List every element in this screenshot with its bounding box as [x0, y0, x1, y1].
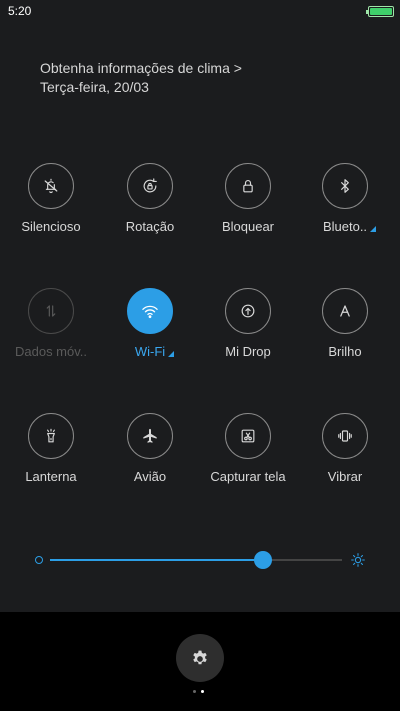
- tile-wifi-circle[interactable]: [127, 288, 173, 334]
- page-dot: [193, 690, 196, 693]
- tile-airplane-label: Avião: [133, 469, 167, 484]
- tile-mobile-data-circle[interactable]: [28, 288, 74, 334]
- lock-icon: [243, 180, 253, 193]
- tile-silent-circle[interactable]: [28, 163, 74, 209]
- page-indicator: [193, 690, 209, 694]
- tile-mi-drop-circle[interactable]: [225, 288, 271, 334]
- tile-brightness-circle[interactable]: [322, 288, 368, 334]
- bottom-bar: [0, 612, 400, 711]
- tile-rotation[interactable]: Rotação: [102, 163, 198, 236]
- status-time: 5:20: [8, 4, 32, 18]
- rotation-lock-icon: [143, 178, 157, 193]
- tile-wifi-label-text: Wi-Fi: [134, 344, 166, 359]
- brightness-slider-thumb[interactable]: [254, 551, 273, 569]
- brightness-high-icon: [351, 553, 365, 567]
- settings-button[interactable]: [176, 634, 224, 682]
- tile-rotation-circle[interactable]: [127, 163, 173, 209]
- tile-wifi[interactable]: Wi-Fi: [102, 288, 198, 361]
- tile-lock[interactable]: Bloquear: [200, 163, 296, 236]
- tile-mobile-data-label: Dados móv..: [14, 344, 87, 359]
- tile-flashlight-circle[interactable]: [28, 413, 74, 459]
- wifi-icon: [142, 305, 158, 319]
- bluetooth-icon: [341, 179, 349, 193]
- tile-lock-label: Bloquear: [221, 219, 275, 234]
- tile-vibrate-label: Vibrar: [327, 469, 363, 484]
- tile-brightness-label: Brilho: [328, 344, 362, 359]
- tile-bluetooth-label-text: Blueto..: [322, 219, 368, 234]
- tile-bluetooth[interactable]: Blueto..: [297, 163, 393, 236]
- status-bar: 5:20: [0, 0, 400, 22]
- flashlight-icon: [47, 428, 55, 443]
- page-dot: [201, 690, 204, 693]
- brightness-slider-fill: [50, 559, 264, 561]
- mi-drop-icon: [241, 304, 255, 318]
- gear-icon: [193, 650, 207, 665]
- mobile-data-icon: [46, 305, 56, 317]
- tile-lock-circle[interactable]: [225, 163, 271, 209]
- tile-silent-label: Silencioso: [21, 219, 81, 234]
- tile-screenshot[interactable]: Capturar tela: [200, 413, 296, 486]
- tile-flashlight-label: Lanterna: [25, 469, 77, 484]
- tile-airplane[interactable]: Avião: [102, 413, 198, 486]
- battery-fill: [370, 8, 392, 15]
- battery-icon: [366, 6, 394, 17]
- bell-off-icon: [44, 178, 58, 194]
- weather-info-link[interactable]: Obtenha informações de clima >: [40, 60, 242, 76]
- tile-vibrate-circle[interactable]: [322, 413, 368, 459]
- tile-brightness[interactable]: Brilho: [297, 288, 393, 361]
- tile-mobile-data[interactable]: Dados móv..: [3, 288, 99, 361]
- tile-bluetooth-label: Blueto..: [322, 219, 377, 234]
- tile-vibrate[interactable]: Vibrar: [297, 413, 393, 486]
- tile-wifi-label: Wi-Fi: [134, 344, 175, 359]
- date-text: Terça-feira, 20/03: [40, 79, 149, 95]
- screenshot-icon: [241, 429, 255, 443]
- tile-mi-drop[interactable]: Mi Drop: [200, 288, 296, 361]
- wifi-more-indicator: [168, 351, 175, 357]
- tile-airplane-circle[interactable]: [127, 413, 173, 459]
- tile-screenshot-circle[interactable]: [225, 413, 271, 459]
- bluetooth-more-indicator: [370, 226, 377, 232]
- brightness-low-icon: [35, 556, 43, 564]
- tile-bluetooth-circle[interactable]: [322, 163, 368, 209]
- airplane-icon: [143, 428, 157, 443]
- tile-screenshot-label: Capturar tela: [210, 469, 286, 484]
- brightness-slider[interactable]: [50, 551, 342, 569]
- tile-flashlight[interactable]: Lanterna: [3, 413, 99, 486]
- tile-silent[interactable]: Silencioso: [3, 163, 99, 236]
- tile-mi-drop-label: Mi Drop: [225, 344, 271, 359]
- tile-rotation-label: Rotação: [125, 219, 175, 234]
- brightness-auto-icon: [340, 305, 350, 317]
- brightness-slider-row: [0, 548, 400, 572]
- vibrate-icon: [338, 430, 352, 442]
